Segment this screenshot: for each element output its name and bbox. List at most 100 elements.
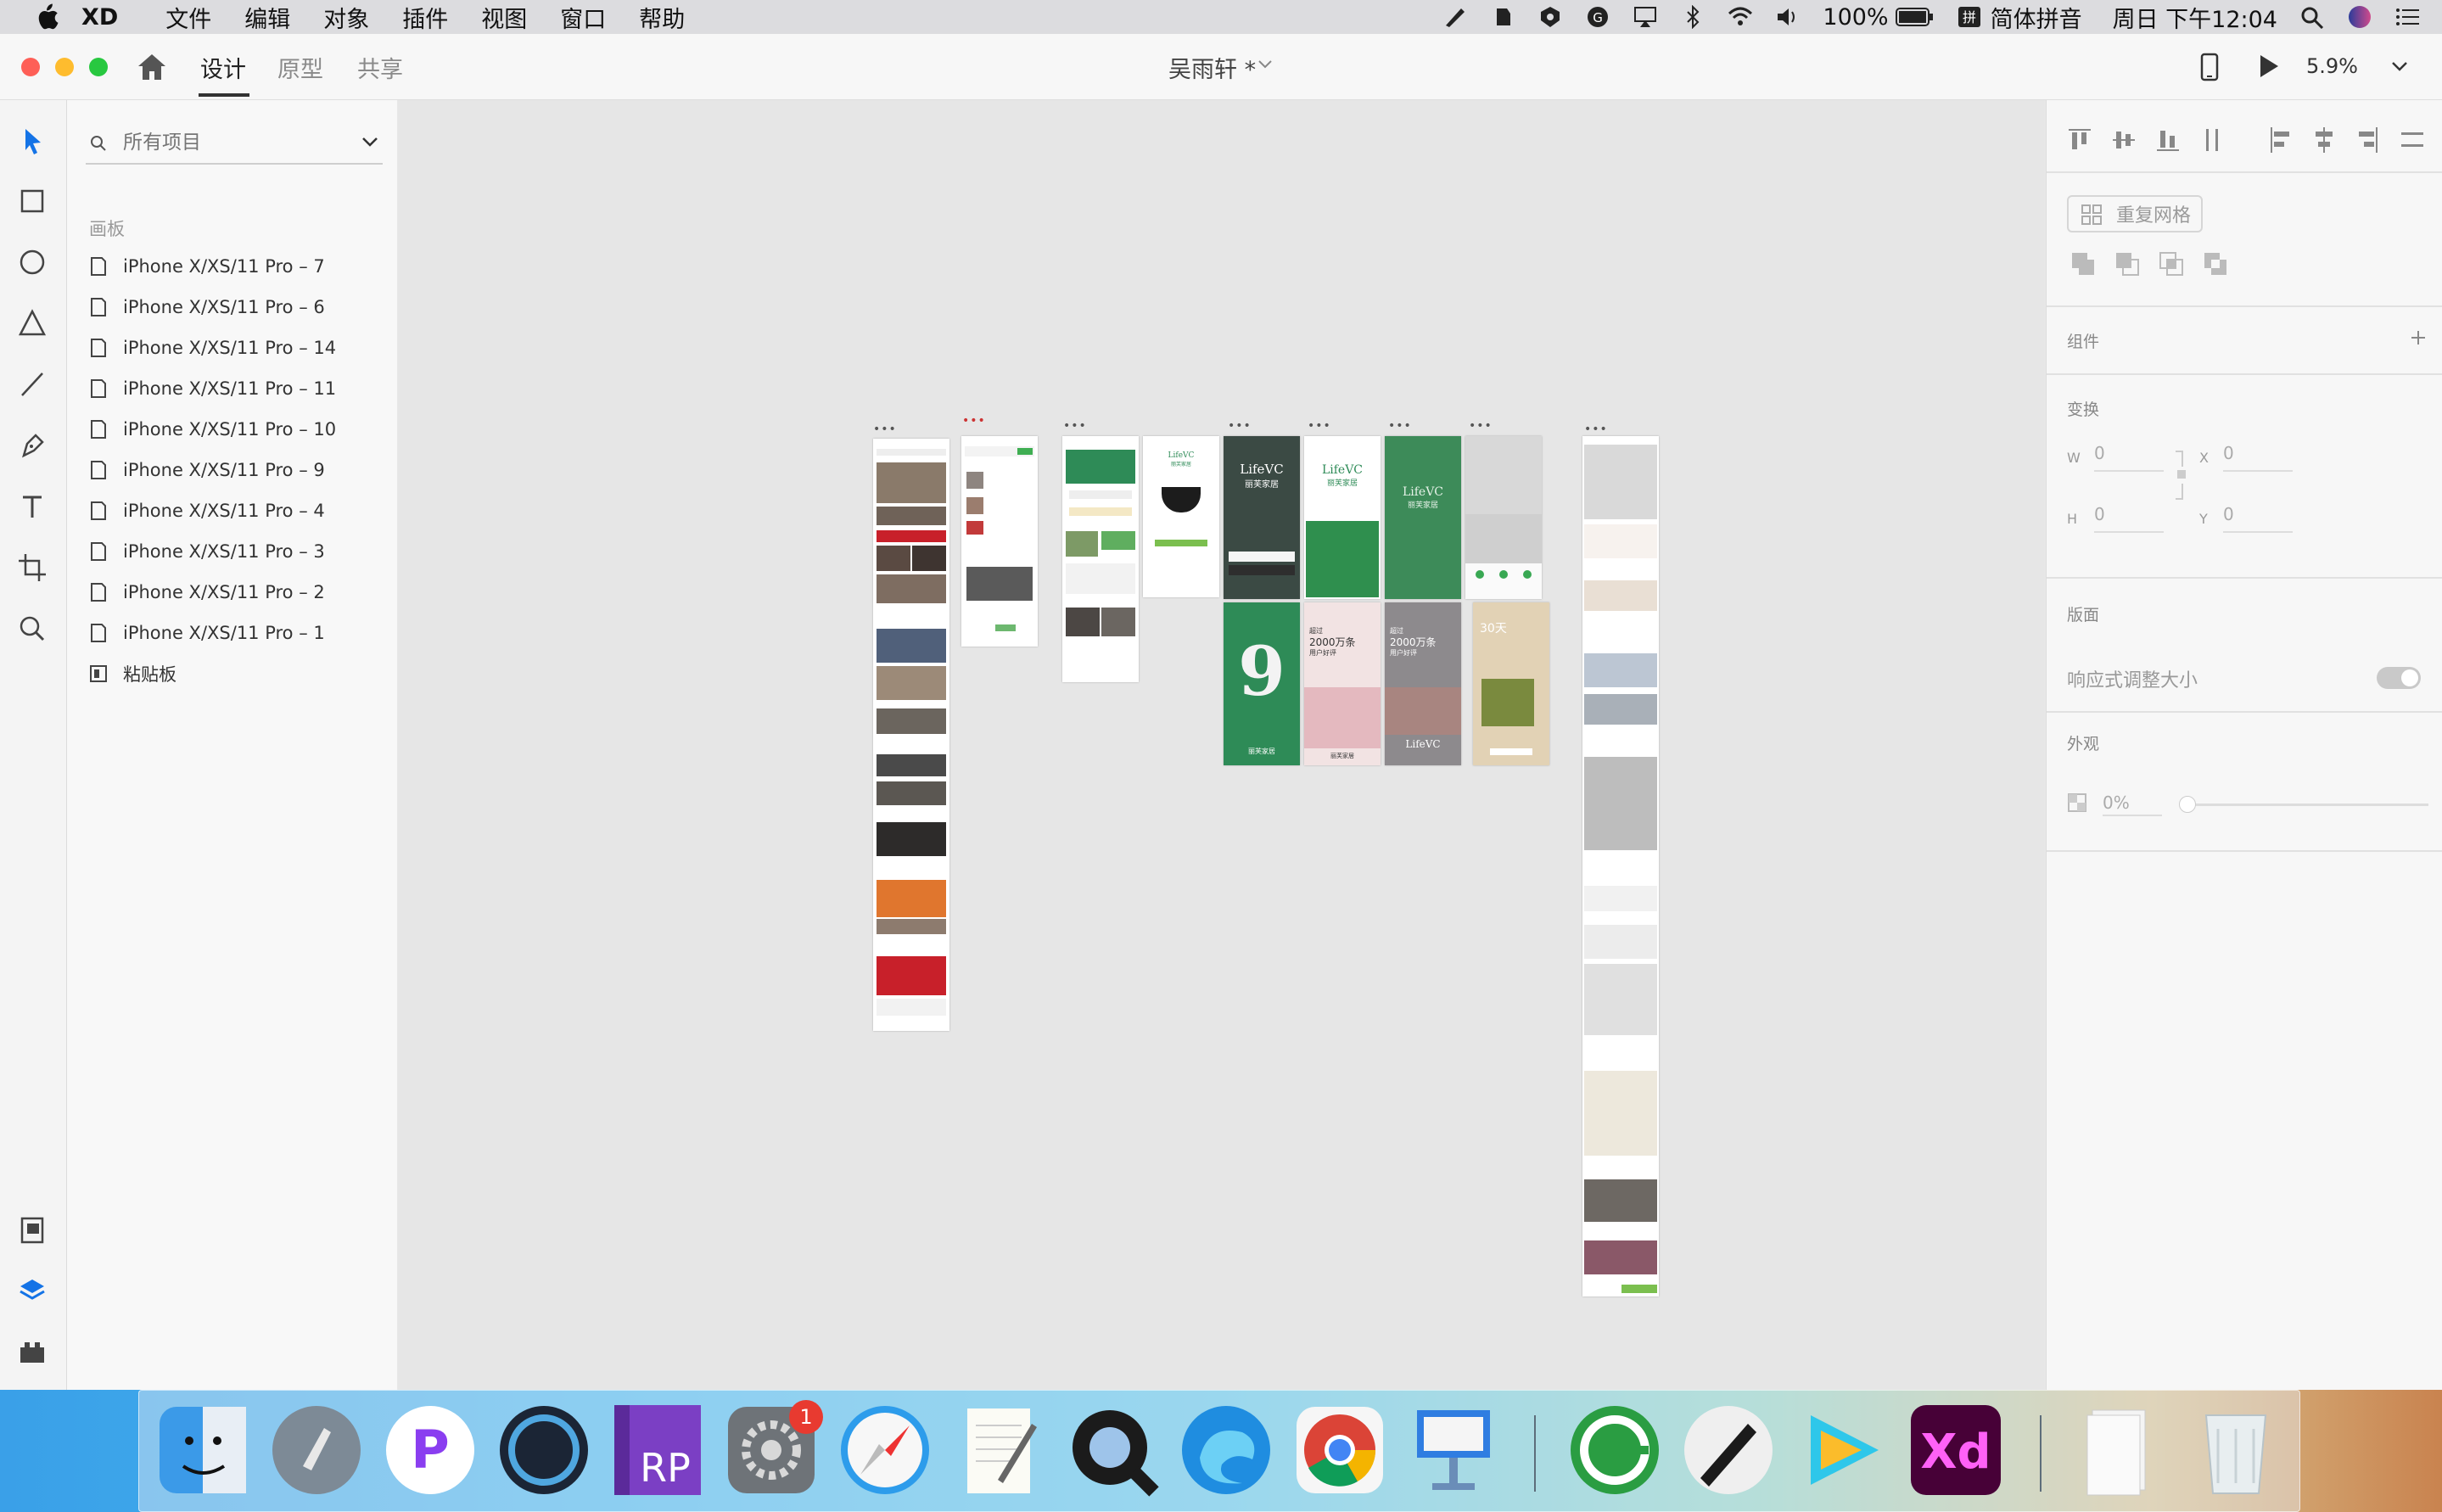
menu-edit[interactable]: 编辑	[244, 1, 290, 34]
lock-aspect-icon[interactable]	[2174, 450, 2187, 501]
layer-search[interactable]	[86, 122, 383, 165]
battery-icon[interactable]	[1895, 6, 1935, 28]
width-field[interactable]: 0	[2094, 443, 2164, 472]
tencent-video-icon[interactable]	[1790, 1398, 1894, 1502]
textedit-icon[interactable]	[947, 1398, 1050, 1502]
artboard-menu-dots[interactable]: •••	[1469, 419, 1493, 433]
home-icon[interactable]	[137, 53, 167, 81]
layer-artboard-4[interactable]: iPhone X/XS/11 Pro – 4	[89, 492, 395, 529]
layers-panel-icon[interactable]	[15, 1274, 49, 1308]
layer-artboard-6[interactable]: iPhone X/XS/11 Pro – 6	[89, 288, 395, 326]
notification-center-icon[interactable]	[2394, 5, 2420, 29]
layer-artboard-11[interactable]: iPhone X/XS/11 Pro – 11	[89, 370, 395, 407]
bluetooth-icon[interactable]	[1680, 5, 1705, 29]
chevron-down-icon[interactable]	[361, 136, 379, 149]
align-top-icon[interactable]	[2067, 126, 2092, 154]
minimize-window-button[interactable]	[55, 58, 74, 76]
document-title[interactable]: 吴雨轩 *	[1168, 51, 1256, 84]
play-preview-icon[interactable]	[2257, 53, 2281, 80]
cleanmymac-icon[interactable]	[1563, 1398, 1666, 1502]
siri-icon[interactable]	[2347, 5, 2372, 29]
spotlight-icon[interactable]	[2299, 5, 2325, 29]
y-field[interactable]: 0	[2223, 504, 2293, 533]
distribute-vertical-icon[interactable]	[2199, 126, 2225, 154]
plugins-panel-icon[interactable]	[15, 1336, 49, 1369]
menu-file[interactable]: 文件	[165, 1, 211, 34]
artboard-product-detail[interactable]	[1582, 436, 1659, 1296]
responsive-resize-toggle[interactable]	[2377, 667, 2421, 689]
artboard-menu-dots[interactable]: •••	[1388, 419, 1412, 433]
artboard-member-page[interactable]	[1062, 436, 1139, 682]
artboard-tool-icon[interactable]	[15, 551, 49, 585]
polygon-tool-icon[interactable]	[15, 306, 49, 340]
artboard-menu-dots[interactable]: •••	[1584, 423, 1608, 436]
artboard-product-list[interactable]	[961, 436, 1038, 647]
finder-icon[interactable]	[151, 1398, 255, 1502]
artboard-menu-dots[interactable]: •••	[1308, 419, 1331, 433]
menu-view[interactable]: 视图	[481, 1, 527, 34]
opacity-value[interactable]: 0%	[2103, 792, 2130, 813]
layer-artboard-1[interactable]: iPhone X/XS/11 Pro – 1	[89, 614, 395, 652]
pen-tray-icon[interactable]	[1442, 5, 1468, 29]
keynote-icon[interactable]	[1402, 1398, 1505, 1502]
opacity-slider-handle[interactable]	[2179, 796, 2196, 813]
tab-share[interactable]: 共享	[357, 51, 403, 84]
menu-object[interactable]: 对象	[323, 1, 369, 34]
chrome-icon[interactable]	[1288, 1398, 1392, 1502]
artboard-menu-dots[interactable]: •••	[873, 423, 897, 436]
opacity-slider-track[interactable]	[2182, 804, 2428, 806]
menu-plugins[interactable]: 插件	[402, 1, 448, 34]
distribute-horizontal-icon[interactable]	[2400, 126, 2425, 154]
artboard-menu-dots[interactable]: •••	[1228, 419, 1252, 433]
airplay-icon[interactable]	[1633, 5, 1658, 29]
line-tool-icon[interactable]	[15, 367, 49, 401]
documents-stack-icon[interactable]	[2067, 1398, 2170, 1502]
device-preview-icon[interactable]	[2199, 53, 2220, 81]
rectangle-tool-icon[interactable]	[15, 184, 49, 218]
zoom-level[interactable]: 5.9%	[2306, 54, 2358, 78]
tab-design[interactable]: 设计	[200, 51, 246, 84]
artboard-splash-nine[interactable]: 9 丽芙家居	[1224, 602, 1300, 765]
wifi-icon[interactable]	[1728, 5, 1753, 29]
menu-window[interactable]: 窗口	[560, 1, 606, 34]
picgo-icon[interactable]: P	[378, 1398, 482, 1502]
cinema4d-icon[interactable]	[492, 1398, 596, 1502]
tab-prototype[interactable]: 原型	[277, 51, 323, 84]
zoom-chevron-icon[interactable]	[2391, 61, 2408, 73]
pen-tool-icon[interactable]	[15, 428, 49, 462]
menu-app-name[interactable]: XD	[81, 4, 118, 31]
input-method-label[interactable]: 简体拼音	[1991, 1, 2082, 34]
pen-app-icon[interactable]	[1677, 1398, 1780, 1502]
align-bottom-icon[interactable]	[2155, 126, 2181, 154]
add-component-icon[interactable]	[2410, 329, 2427, 346]
layer-search-input[interactable]	[121, 129, 345, 156]
align-center-icon[interactable]	[2311, 126, 2337, 154]
artboard-menu-dots[interactable]: •••	[1063, 419, 1087, 433]
artboard-splash-30days[interactable]: 30天	[1473, 602, 1549, 765]
ellipse-tool-icon[interactable]	[15, 245, 49, 279]
layer-artboard-9[interactable]: iPhone X/XS/11 Pro – 9	[89, 451, 395, 489]
zoom-window-button[interactable]	[89, 58, 108, 76]
intersect-shape-icon[interactable]	[2157, 249, 2186, 278]
menu-help[interactable]: 帮助	[639, 1, 685, 34]
height-field[interactable]: 0	[2094, 504, 2164, 533]
layer-artboard-14[interactable]: iPhone X/XS/11 Pro – 14	[89, 329, 395, 367]
x-field[interactable]: 0	[2223, 443, 2293, 472]
quicktime-icon[interactable]	[1061, 1398, 1164, 1502]
layer-artboard-3[interactable]: iPhone X/XS/11 Pro – 3	[89, 533, 395, 570]
exclude-overlap-icon[interactable]	[2201, 249, 2230, 278]
artboard-home-long[interactable]	[873, 439, 949, 1031]
edge-icon[interactable]	[1174, 1398, 1278, 1502]
launchpad-icon[interactable]	[265, 1398, 368, 1502]
evernote-icon[interactable]	[1490, 5, 1515, 29]
align-middle-icon[interactable]	[2111, 126, 2137, 154]
artboard-splash-team[interactable]: LifeVC 丽芙家居	[1304, 436, 1381, 599]
subtract-shape-icon[interactable]	[2113, 249, 2142, 278]
artboard-splash-reviews-pink[interactable]: 超过 2000万条 用户好评 丽芙家居	[1304, 602, 1381, 765]
artboard-login-sheet[interactable]	[1465, 436, 1542, 599]
artboard-menu-dots[interactable]: •••	[962, 414, 986, 428]
menubar-clock[interactable]: 周日 下午12:04	[2113, 1, 2277, 34]
axure-rp-icon[interactable]: RP	[606, 1398, 709, 1502]
artboard-splash-dark[interactable]: LifeVC 丽芙家居	[1224, 436, 1300, 599]
artboard-splash-green[interactable]: LifeVC 丽芙家居	[1385, 436, 1461, 599]
